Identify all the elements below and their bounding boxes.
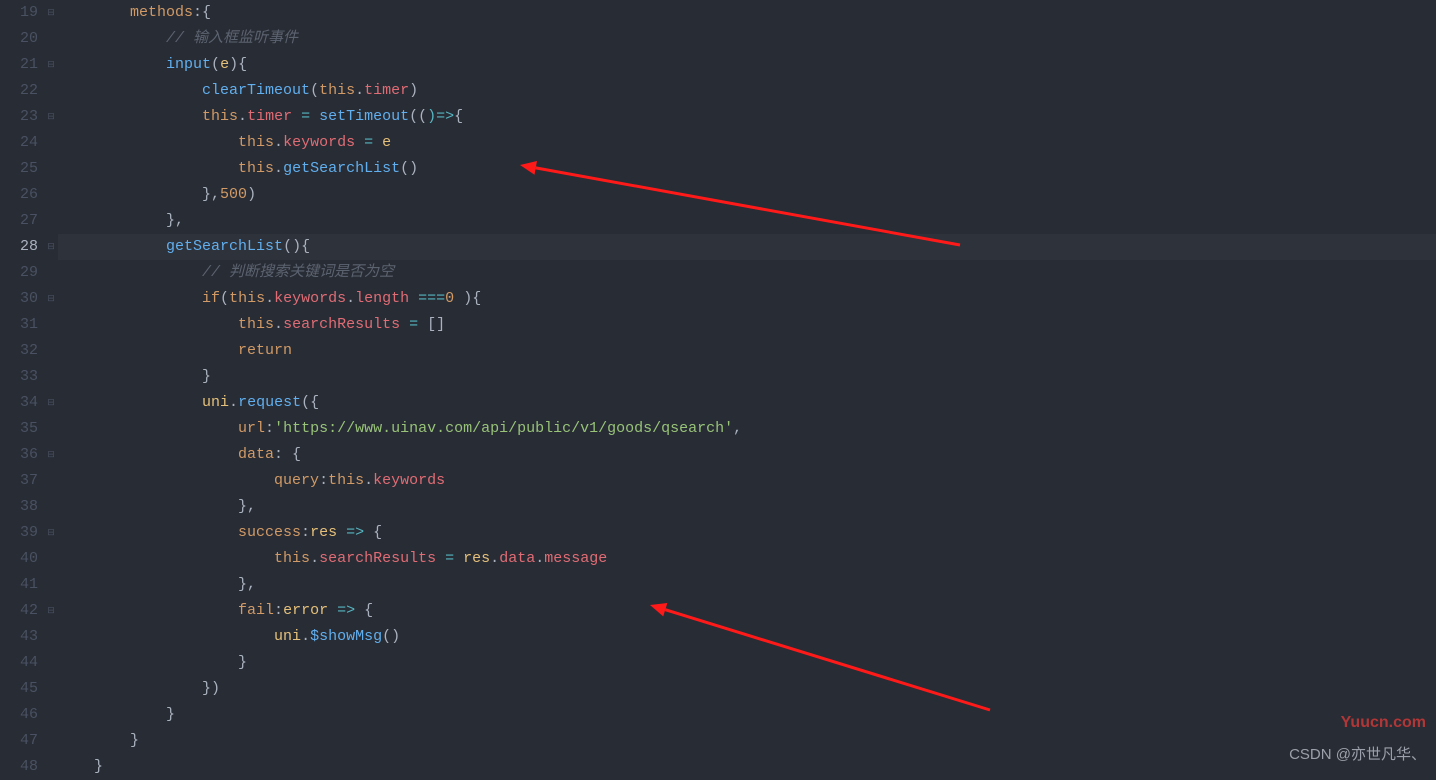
fold-marker [44,624,58,650]
fold-column[interactable]: ⊟ ⊟ ⊟ ⊟ ⊟ ⊟ ⊟ ⊟ ⊟ [44,0,58,780]
code-line[interactable]: this.timer = setTimeout(()=>{ [58,104,1436,130]
line-number[interactable]: 33 [0,364,44,390]
line-number[interactable]: 48 [0,754,44,780]
fold-marker [44,728,58,754]
line-number[interactable]: 24 [0,130,44,156]
line-number[interactable]: 34 [0,390,44,416]
fold-marker[interactable]: ⊟ [44,104,58,130]
line-number[interactable]: 46 [0,702,44,728]
code-line[interactable]: getSearchList(){ [58,234,1436,260]
watermark-author: CSDN @亦世凡华、 [1289,742,1426,768]
line-number[interactable]: 21 [0,52,44,78]
line-number[interactable]: 44 [0,650,44,676]
code-line[interactable]: }, [58,572,1436,598]
fold-marker [44,468,58,494]
fold-marker [44,494,58,520]
fold-marker[interactable]: ⊟ [44,520,58,546]
fold-marker[interactable]: ⊟ [44,286,58,312]
fold-marker [44,650,58,676]
fold-marker [44,338,58,364]
line-number[interactable]: 35 [0,416,44,442]
line-number[interactable]: 38 [0,494,44,520]
code-line[interactable]: }) [58,676,1436,702]
line-number[interactable]: 30 [0,286,44,312]
code-editor[interactable]: 1920212223242526272829303132333435363738… [0,0,1436,780]
code-line[interactable]: data: { [58,442,1436,468]
fold-marker[interactable]: ⊟ [44,390,58,416]
line-number[interactable]: 19 [0,0,44,26]
fold-marker [44,416,58,442]
fold-marker [44,26,58,52]
line-number[interactable]: 36 [0,442,44,468]
fold-marker [44,572,58,598]
fold-marker[interactable]: ⊟ [44,442,58,468]
code-line[interactable]: }, [58,208,1436,234]
code-line[interactable]: return [58,338,1436,364]
fold-marker [44,130,58,156]
line-number[interactable]: 22 [0,78,44,104]
fold-marker [44,208,58,234]
code-line[interactable]: methods:{ [58,0,1436,26]
line-number[interactable]: 39 [0,520,44,546]
fold-marker[interactable]: ⊟ [44,598,58,624]
code-line[interactable]: fail:error => { [58,598,1436,624]
fold-marker [44,260,58,286]
fold-marker [44,312,58,338]
fold-marker [44,546,58,572]
line-number[interactable]: 20 [0,26,44,52]
code-area[interactable]: methods:{ // 输入框监听事件 input(e){ clearTime… [58,0,1436,780]
fold-marker[interactable]: ⊟ [44,234,58,260]
code-line[interactable]: } [58,650,1436,676]
code-line[interactable]: this.searchResults = res.data.message [58,546,1436,572]
fold-marker[interactable]: ⊟ [44,0,58,26]
fold-marker [44,676,58,702]
line-number-gutter[interactable]: 1920212223242526272829303132333435363738… [0,0,44,780]
line-number[interactable]: 47 [0,728,44,754]
fold-marker [44,702,58,728]
code-line[interactable]: } [58,728,1436,754]
fold-marker[interactable]: ⊟ [44,52,58,78]
fold-marker [44,182,58,208]
code-line[interactable]: }, [58,494,1436,520]
code-line[interactable]: this.getSearchList() [58,156,1436,182]
line-number[interactable]: 28 [0,234,44,260]
line-number[interactable]: 42 [0,598,44,624]
code-line[interactable]: } [58,702,1436,728]
line-number[interactable]: 26 [0,182,44,208]
line-number[interactable]: 32 [0,338,44,364]
code-line[interactable]: input(e){ [58,52,1436,78]
line-number[interactable]: 37 [0,468,44,494]
code-line[interactable]: // 判断搜索关键词是否为空 [58,260,1436,286]
code-line[interactable]: uni.request({ [58,390,1436,416]
line-number[interactable]: 31 [0,312,44,338]
line-number[interactable]: 27 [0,208,44,234]
line-number[interactable]: 45 [0,676,44,702]
code-line[interactable]: if(this.keywords.length ===0 ){ [58,286,1436,312]
code-line[interactable]: query:this.keywords [58,468,1436,494]
line-number[interactable]: 25 [0,156,44,182]
code-line[interactable]: clearTimeout(this.timer) [58,78,1436,104]
code-line[interactable]: // 输入框监听事件 [58,26,1436,52]
fold-marker [44,754,58,780]
fold-marker [44,78,58,104]
fold-marker [44,156,58,182]
watermark-site: Yuucn.com [1341,710,1426,736]
line-number[interactable]: 43 [0,624,44,650]
fold-marker [44,364,58,390]
line-number[interactable]: 29 [0,260,44,286]
code-line[interactable]: this.searchResults = [] [58,312,1436,338]
code-line[interactable]: this.keywords = e [58,130,1436,156]
code-line[interactable]: },500) [58,182,1436,208]
code-line[interactable]: success:res => { [58,520,1436,546]
line-number[interactable]: 41 [0,572,44,598]
code-line[interactable]: uni.$showMsg() [58,624,1436,650]
code-line[interactable]: } [58,754,1436,780]
code-line[interactable]: } [58,364,1436,390]
code-line[interactable]: url:'https://www.uinav.com/api/public/v1… [58,416,1436,442]
line-number[interactable]: 23 [0,104,44,130]
line-number[interactable]: 40 [0,546,44,572]
